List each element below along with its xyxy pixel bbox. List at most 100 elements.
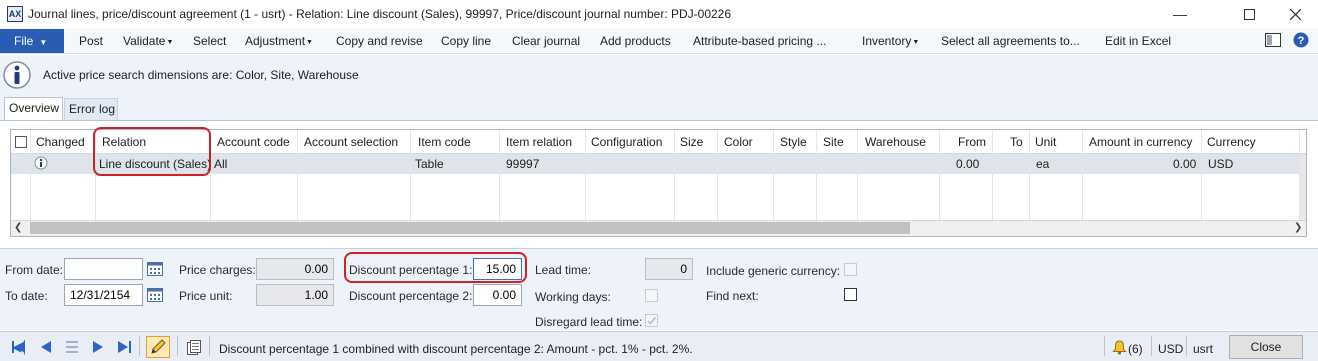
column-header-item-code[interactable]: Item code [418,135,471,149]
add-products-button[interactable]: Add products [600,34,671,48]
working-days-label: Working days: [535,290,611,304]
minimize-icon: — [1173,6,1187,22]
document-handling-button[interactable] [187,340,201,358]
cell-account-code[interactable]: All [214,157,227,171]
app-form-icon: AX [7,6,23,22]
previous-icon [41,341,51,353]
bell-icon [1112,340,1127,355]
relation-highlight [93,127,211,176]
file-menu-label: File [14,34,34,48]
scrollbar-thumb[interactable] [30,222,910,234]
column-header-account-selection[interactable]: Account selection [304,135,398,149]
record-list-button[interactable] [66,341,78,356]
layout-icon [1265,33,1281,47]
help-button[interactable]: ? [1293,32,1309,51]
inventory-menu[interactable]: Inventory▼ [862,34,919,48]
cell-item-code[interactable]: Table [415,157,444,171]
vertical-scrollbar[interactable] [1300,154,1306,220]
column-header-to[interactable]: To [1010,135,1023,149]
minimize-button[interactable]: — [1157,0,1203,28]
calendar-icon [147,262,163,276]
edit-mode-button[interactable] [146,336,170,358]
column-header-changed[interactable]: Changed [36,135,85,149]
previous-record-button[interactable] [40,341,52,356]
svg-text:?: ? [1298,35,1305,47]
discount-percentage-1-highlight [344,252,527,283]
select-button[interactable]: Select [193,34,226,48]
company-indicator[interactable]: usrt [1193,342,1213,356]
column-header-style[interactable]: Style [780,135,807,149]
edit-in-excel-button[interactable]: Edit in Excel [1105,34,1171,48]
cell-item-relation[interactable]: 99997 [506,157,539,171]
column-header-configuration[interactable]: Configuration [591,135,662,149]
first-record-button[interactable] [12,341,26,353]
find-next-checkbox[interactable] [844,288,857,301]
column-header-account-code[interactable]: Account code [217,135,290,149]
tab-overview[interactable]: Overview [4,97,63,121]
disregard-lead-time-checkbox[interactable] [645,314,658,327]
layout-button[interactable] [1265,33,1281,50]
price-charges-label: Price charges: [179,263,256,277]
tab-error-log[interactable]: Error log [64,98,118,120]
price-charges-field[interactable] [256,258,334,280]
calendar-button[interactable] [147,261,163,279]
column-header-size[interactable]: Size [680,135,703,149]
info-icon [34,156,48,170]
select-all-agreements-button[interactable]: Select all agreements to... [941,34,1080,48]
currency-indicator[interactable]: USD [1158,342,1183,356]
column-header-currency[interactable]: Currency [1207,135,1256,149]
column-header-site[interactable]: Site [823,135,844,149]
post-button[interactable]: Post [79,34,103,48]
scroll-right-icon[interactable]: ❯ [1294,222,1302,233]
validate-menu[interactable]: Validate▼ [123,34,173,48]
select-all-checkbox[interactable] [15,136,27,148]
clear-journal-button[interactable]: Clear journal [512,34,580,48]
list-icon [66,341,78,353]
calendar-button[interactable] [147,287,163,305]
tab-strip [0,95,1318,120]
chevron-down-icon: ▼ [306,39,313,46]
column-header-unit[interactable]: Unit [1035,135,1056,149]
column-header-amount-in-currency[interactable]: Amount in currency [1089,135,1192,149]
disregard-lead-time-label: Disregard lead time: [535,315,643,329]
to-date-field[interactable] [64,284,143,306]
file-menu-button[interactable]: File ▼ [0,29,64,53]
column-header-color[interactable]: Color [724,135,753,149]
help-icon: ? [1293,32,1309,48]
close-button[interactable]: Close [1229,335,1303,359]
chevron-down-icon: ▼ [39,38,48,47]
notification-count: (6) [1128,342,1143,356]
next-record-button[interactable] [92,341,104,356]
attribute-based-pricing-button[interactable]: Attribute-based pricing ... [693,34,826,48]
include-generic-currency-label: Include generic currency: [706,264,841,278]
close-icon [1289,8,1301,20]
attachment-icon [187,340,201,355]
include-generic-currency-checkbox[interactable] [844,263,857,276]
column-header-warehouse[interactable]: Warehouse [865,135,926,149]
notifications-button[interactable] [1112,340,1127,358]
cell-currency[interactable]: USD [1208,157,1233,171]
maximize-icon [1243,8,1255,20]
cell-amount-in-currency[interactable]: 0.00 [1173,157,1196,171]
close-window-button[interactable] [1272,0,1318,28]
lead-time-field[interactable] [645,258,693,280]
cell-unit[interactable]: ea [1036,157,1049,171]
from-date-label: From date: [5,263,64,277]
discount-percentage-2-label: Discount percentage 2: [349,289,473,303]
copy-line-button[interactable]: Copy line [441,34,491,48]
price-unit-field[interactable] [256,284,334,306]
column-header-item-relation[interactable]: Item relation [506,135,572,149]
column-header-from[interactable]: From [958,135,986,149]
lead-time-label: Lead time: [535,263,592,277]
from-date-field[interactable] [64,258,143,280]
discount-percentage-2-field[interactable] [473,284,522,306]
adjustment-menu[interactable]: Adjustment▼ [245,34,313,48]
checkmark-icon [647,317,657,325]
copy-and-revise-button[interactable]: Copy and revise [336,34,423,48]
cell-from[interactable]: 0.00 [956,157,979,171]
working-days-checkbox[interactable] [645,289,658,302]
scroll-left-icon[interactable]: ❮ [14,222,22,233]
infolog-message: Active price search dimensions are: Colo… [43,68,359,82]
maximize-button[interactable] [1226,0,1272,28]
last-record-button[interactable] [117,341,131,356]
